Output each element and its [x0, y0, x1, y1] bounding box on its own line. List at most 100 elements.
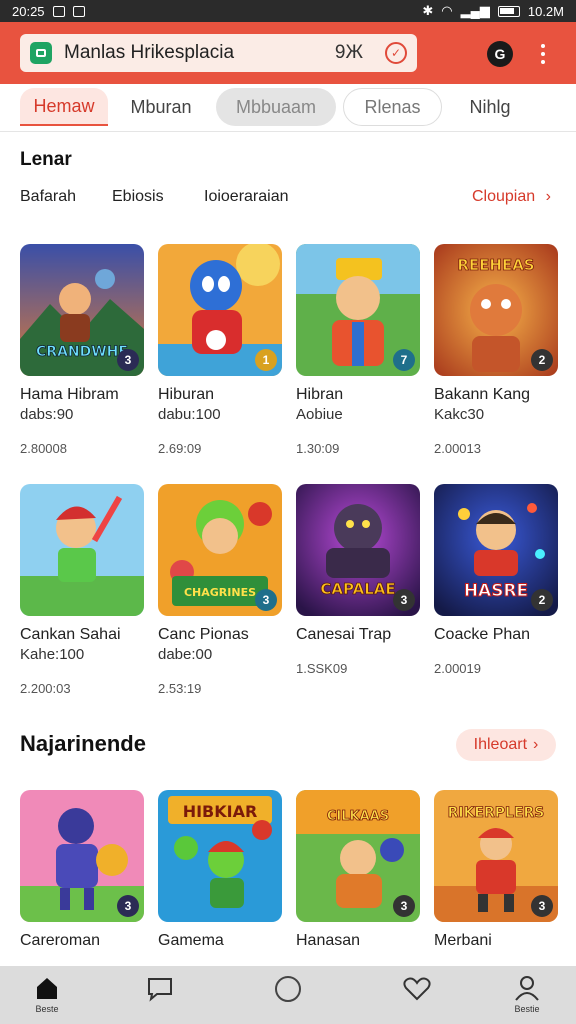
more-menu-icon[interactable]: [537, 42, 549, 66]
filter-option[interactable]: Ioioeraraian: [204, 188, 289, 206]
game-meta: 2.00019: [434, 661, 481, 676]
section-title: Najarinende: [20, 731, 146, 756]
game-title: Hiburan: [158, 386, 215, 403]
game-thumbnail: CILKAAS 3: [296, 790, 420, 922]
game-art-title: RIKERPLERS: [448, 805, 545, 821]
game-title: Canc Pionas: [158, 626, 249, 643]
see-more-link[interactable]: Cloupian ›: [472, 188, 551, 206]
game-title: Merbani: [434, 932, 492, 949]
notification-icon: [52, 5, 65, 17]
game-title: Careroman: [20, 932, 101, 949]
rating-badge: 1: [255, 349, 277, 371]
account-icon[interactable]: G: [487, 41, 513, 67]
rating-badge: 3: [255, 589, 277, 611]
game-meta: 2.00013: [434, 441, 481, 456]
game-thumbnail: REEHEAS 2: [434, 244, 558, 376]
game-meta: 2.200:03: [20, 681, 71, 696]
game-thumbnail: CHAGRINES 3: [158, 484, 282, 616]
filter-option[interactable]: Bafarah: [20, 188, 76, 206]
game-card[interactable]: RIKERPLERS 3 Merbani: [434, 790, 558, 951]
game-thumbnail: RIKERPLERS 3: [434, 790, 558, 922]
game-thumbnail: CAPALAE 3: [296, 484, 420, 616]
app-header: Manlas Hrikesplacia 9Ж ✓ G: [0, 22, 576, 84]
game-art-title: HASRE: [464, 581, 528, 601]
app-title: Manlas Hrikesplacia: [64, 42, 235, 63]
game-meta: 2.69:09: [158, 441, 202, 456]
game-card[interactable]: CRANDWHE 3 Hama Hibram dabs:90 2.80008: [20, 244, 144, 456]
game-art-title: REEHEAS: [457, 256, 534, 274]
message-icon: [72, 5, 85, 17]
verified-icon[interactable]: ✓: [385, 42, 407, 64]
game-thumbnail: [20, 484, 144, 616]
rating-badge: 3: [393, 895, 415, 917]
game-title: Coacke Phan: [434, 626, 531, 643]
game-subtitle: Kakc30: [434, 406, 485, 423]
status-right-text: 10.2M: [527, 3, 564, 19]
rating-badge: 7: [393, 349, 415, 371]
nav-home[interactable]: Beste: [17, 974, 77, 1014]
game-thumbnail: HASRE 2: [434, 484, 558, 616]
rating-badge: 3: [117, 349, 139, 371]
game-title: Hanasan: [296, 932, 361, 949]
game-subtitle: Aobiue: [296, 406, 343, 423]
game-meta: 1.30:09: [296, 441, 340, 456]
game-card[interactable]: 7 Hibran Aobiue 1.30:09: [296, 244, 420, 456]
nav-label: Bestie: [514, 1004, 540, 1014]
category-tabs: Hemaw Mburan Mbbuaam Rlenas Nihlg: [0, 88, 576, 132]
game-card[interactable]: REEHEAS 2 Bakann Kang Kakc30 2.00013: [434, 244, 558, 456]
rating-badge: 3: [531, 895, 553, 917]
tab-hemaw[interactable]: Hemaw: [20, 88, 108, 126]
nav-chat[interactable]: [130, 974, 190, 1002]
game-card[interactable]: CAPALAE 3 Canesai Trap 1.SSK09: [296, 484, 420, 676]
game-card[interactable]: HIBKIAR Gamema: [158, 790, 282, 951]
game-subtitle: dabe:00: [158, 646, 213, 663]
tab-mburan[interactable]: Mburan: [118, 88, 204, 126]
see-more-button[interactable]: Ihleoart ›: [456, 729, 556, 761]
game-card[interactable]: CHAGRINES 3 Canc Pionas dabe:00 2.53:19: [158, 484, 282, 696]
chevron-right-icon: ›: [533, 736, 539, 753]
wifi-icon: ◠: [441, 3, 453, 18]
game-card[interactable]: HASRE 2 Coacke Phan 2.00019: [434, 484, 558, 676]
nav-profile[interactable]: Bestie: [497, 974, 557, 1014]
chevron-right-icon: ›: [545, 188, 551, 205]
see-more-label: Cloupian: [472, 188, 536, 205]
game-art-title: CAPALAE: [320, 580, 395, 598]
rating-badge: 3: [117, 895, 139, 917]
game-meta: 1.SSK09: [296, 661, 348, 676]
see-more-label: Ihleoart: [473, 736, 528, 753]
rating-badge: 2: [531, 589, 553, 611]
filter-option[interactable]: Ebiosis: [112, 188, 164, 206]
battery-icon: [497, 5, 520, 17]
game-card[interactable]: Cankan Sahai Kahe:100 2.200:03: [20, 484, 144, 696]
rating-badge: 2: [531, 349, 553, 371]
section-title: Lenar: [20, 149, 72, 170]
game-subtitle: dabs:90: [20, 406, 74, 423]
search-bar[interactable]: Manlas Hrikesplacia 9Ж ✓: [20, 34, 417, 72]
tab-mbbuaam[interactable]: Mbbuaam: [216, 88, 336, 126]
game-art-title: HIBKIAR: [183, 802, 258, 821]
game-art-title: CRANDWHE: [36, 344, 128, 360]
nav-favorites[interactable]: [387, 974, 447, 1002]
game-card[interactable]: 3 Careroman: [20, 790, 144, 951]
game-meta: 2.80008: [20, 441, 67, 456]
game-card[interactable]: CILKAAS 3 Hanasan: [296, 790, 420, 951]
game-thumbnail: 1: [158, 244, 282, 376]
game-card[interactable]: 1 Hiburan dabu:100 2.69:09: [158, 244, 282, 456]
bottom-nav: Beste Bestie: [0, 966, 576, 1024]
header-counter: 9Ж: [334, 42, 363, 63]
game-title: Hama Hibram: [20, 386, 119, 403]
chat-icon: [148, 978, 172, 1002]
signal-icon: ▂▄▆: [460, 3, 490, 18]
game-title: Cankan Sahai: [20, 626, 121, 643]
home-icon: [37, 978, 57, 999]
tab-rlenas[interactable]: Rlenas: [343, 88, 442, 126]
game-subtitle: dabu:100: [158, 406, 221, 423]
game-thumbnail: HIBKIAR: [158, 790, 282, 922]
game-thumbnail: 3: [20, 790, 144, 922]
game-thumbnail: CRANDWHE 3: [20, 244, 144, 376]
rating-badge: 3: [393, 589, 415, 611]
game-thumbnail: 7: [296, 244, 420, 376]
circle-icon: [275, 976, 301, 1002]
nav-center[interactable]: [258, 974, 318, 1004]
tab-nihlg[interactable]: Nihlg: [452, 88, 528, 126]
